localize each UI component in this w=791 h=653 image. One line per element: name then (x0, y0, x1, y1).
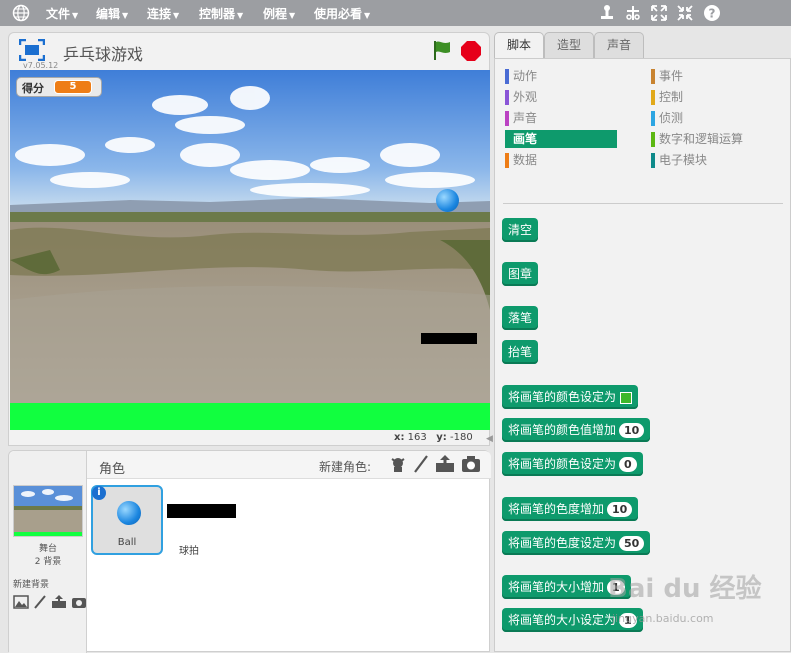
sprites-title: 角色 (99, 462, 126, 477)
globe-icon[interactable] (12, 4, 30, 22)
version-label: v7.05.12 (23, 61, 59, 70)
upload-sprite-icon[interactable] (435, 455, 455, 473)
block-palette: 动作 外观 声音 画笔 数据 事件 控制 侦测 数字和逻辑运算 电子模块 清空 … (494, 58, 791, 652)
svg-text:?: ? (709, 7, 716, 21)
block-pen-up[interactable]: 抬笔 (502, 340, 539, 364)
ball-thumbnail (117, 501, 141, 525)
color-swatch[interactable] (620, 391, 633, 404)
backdrop-library-icon[interactable] (13, 595, 29, 609)
new-backdrop-tools (13, 595, 87, 609)
new-sprite-tools (389, 455, 481, 473)
sprite-name: Ball (117, 537, 137, 548)
baidu-watermark-url: jingyan.baidu.com (612, 612, 714, 625)
project-title[interactable]: 乒乓球游戏 (63, 41, 143, 65)
menu-controller[interactable]: 控制器 ▼ (199, 5, 243, 22)
stage-panel: v7.05.12 乒乓球游戏 得分 5 (8, 32, 490, 446)
block-set-pen-shade[interactable]: 将画笔的色度设定为 50 (502, 531, 651, 555)
category-pen[interactable]: 画笔 (505, 130, 617, 148)
new-backdrop-label: 新建背景 (13, 580, 50, 590)
camera-sprite-icon[interactable] (461, 455, 481, 473)
stage-canvas[interactable]: 得分 5 (10, 70, 490, 430)
stamp-icon[interactable] (598, 4, 616, 22)
menu-examples[interactable]: 例程 ▼ (263, 5, 295, 22)
menu-bar: 文件 ▼ 编辑 ▼ 连接 ▼ 控制器 ▼ 例程 ▼ 使用必看 ▼ ? (0, 0, 791, 26)
green-flag-icon[interactable] (431, 39, 453, 61)
category-divider (503, 203, 783, 204)
category-sensing[interactable]: 侦测 (651, 109, 683, 127)
block-clear[interactable]: 清空 (502, 218, 539, 242)
sprite-library-icon[interactable] (389, 455, 407, 473)
sprite-panel: 舞台 2 背景 新建背景 角色 新建角色: i Ball 球拍 (8, 450, 491, 653)
new-sprite-label: 新建角色: (319, 460, 372, 474)
block-pen-down[interactable]: 落笔 (502, 306, 539, 330)
paddle-thumbnail[interactable] (167, 504, 236, 518)
backdrop-count: 2 背景 (34, 557, 62, 567)
grow-icon[interactable] (650, 4, 668, 22)
category-looks[interactable]: 外观 (505, 88, 537, 106)
sprites-header: 角色 新建角色: (87, 451, 491, 479)
stage-thumbnail[interactable] (13, 485, 83, 537)
category-motion[interactable]: 动作 (505, 67, 537, 85)
score-value: 5 (54, 80, 92, 94)
tab-sounds[interactable]: 声音 (594, 32, 644, 58)
blocks-area: 脚本 造型 声音 动作 外观 声音 画笔 数据 事件 控制 侦测 数字和逻辑运算… (494, 32, 791, 652)
score-label: 得分 (22, 82, 44, 95)
menu-file[interactable]: 文件 ▼ (46, 5, 78, 22)
block-change-pen-color[interactable]: 将画笔的颜色值增加 10 (502, 418, 651, 442)
paddle-sprite[interactable] (421, 333, 477, 344)
category-operators[interactable]: 数字和逻辑运算 (651, 130, 743, 148)
block-set-pen-color-value[interactable]: 将画笔的颜色设定为 0 (502, 452, 643, 476)
block-set-pen-color[interactable]: 将画笔的颜色设定为 (502, 385, 639, 409)
paint-backdrop-icon[interactable] (33, 595, 47, 609)
category-electronics[interactable]: 电子模块 (651, 151, 707, 169)
sprite-tile-ball[interactable]: i Ball (91, 485, 163, 555)
collapse-arrow-icon[interactable]: ◀ (486, 434, 493, 444)
upload-backdrop-icon[interactable] (51, 595, 67, 609)
menu-connect[interactable]: 连接 ▼ (147, 5, 179, 22)
shrink-icon[interactable] (676, 4, 694, 22)
stop-icon[interactable] (461, 41, 481, 61)
paint-sprite-icon[interactable] (413, 455, 429, 473)
category-sound[interactable]: 声音 (505, 109, 537, 127)
camera-backdrop-icon[interactable] (71, 595, 87, 609)
ground-strip (10, 403, 490, 430)
baidu-watermark: Bai du 经验 (608, 574, 762, 604)
block-change-pen-shade[interactable]: 将画笔的色度增加 10 (502, 497, 639, 521)
desert-backdrop (10, 70, 490, 430)
mouse-coordinates: x: 163 y: -180 (394, 432, 473, 443)
stage-column: 舞台 2 背景 新建背景 (9, 451, 87, 653)
score-monitor[interactable]: 得分 5 (16, 77, 102, 97)
info-icon[interactable]: i (92, 486, 106, 500)
category-data[interactable]: 数据 (505, 151, 537, 169)
block-stamp[interactable]: 图章 (502, 262, 539, 286)
presentation-mode-icon[interactable] (19, 39, 45, 61)
menu-edit[interactable]: 编辑 ▼ (96, 5, 128, 22)
sprite-name[interactable]: 球拍 (179, 542, 199, 557)
tab-costumes[interactable]: 造型 (544, 32, 594, 58)
tab-scripts[interactable]: 脚本 (494, 32, 544, 59)
menu-must-read[interactable]: 使用必看 ▼ (314, 5, 370, 22)
help-icon[interactable]: ? (703, 4, 721, 22)
category-control[interactable]: 控制 (651, 88, 683, 106)
stage-label: 舞台 (38, 544, 57, 554)
scissors-icon[interactable] (624, 4, 642, 22)
ball-sprite[interactable] (436, 189, 459, 212)
category-events[interactable]: 事件 (651, 67, 683, 85)
